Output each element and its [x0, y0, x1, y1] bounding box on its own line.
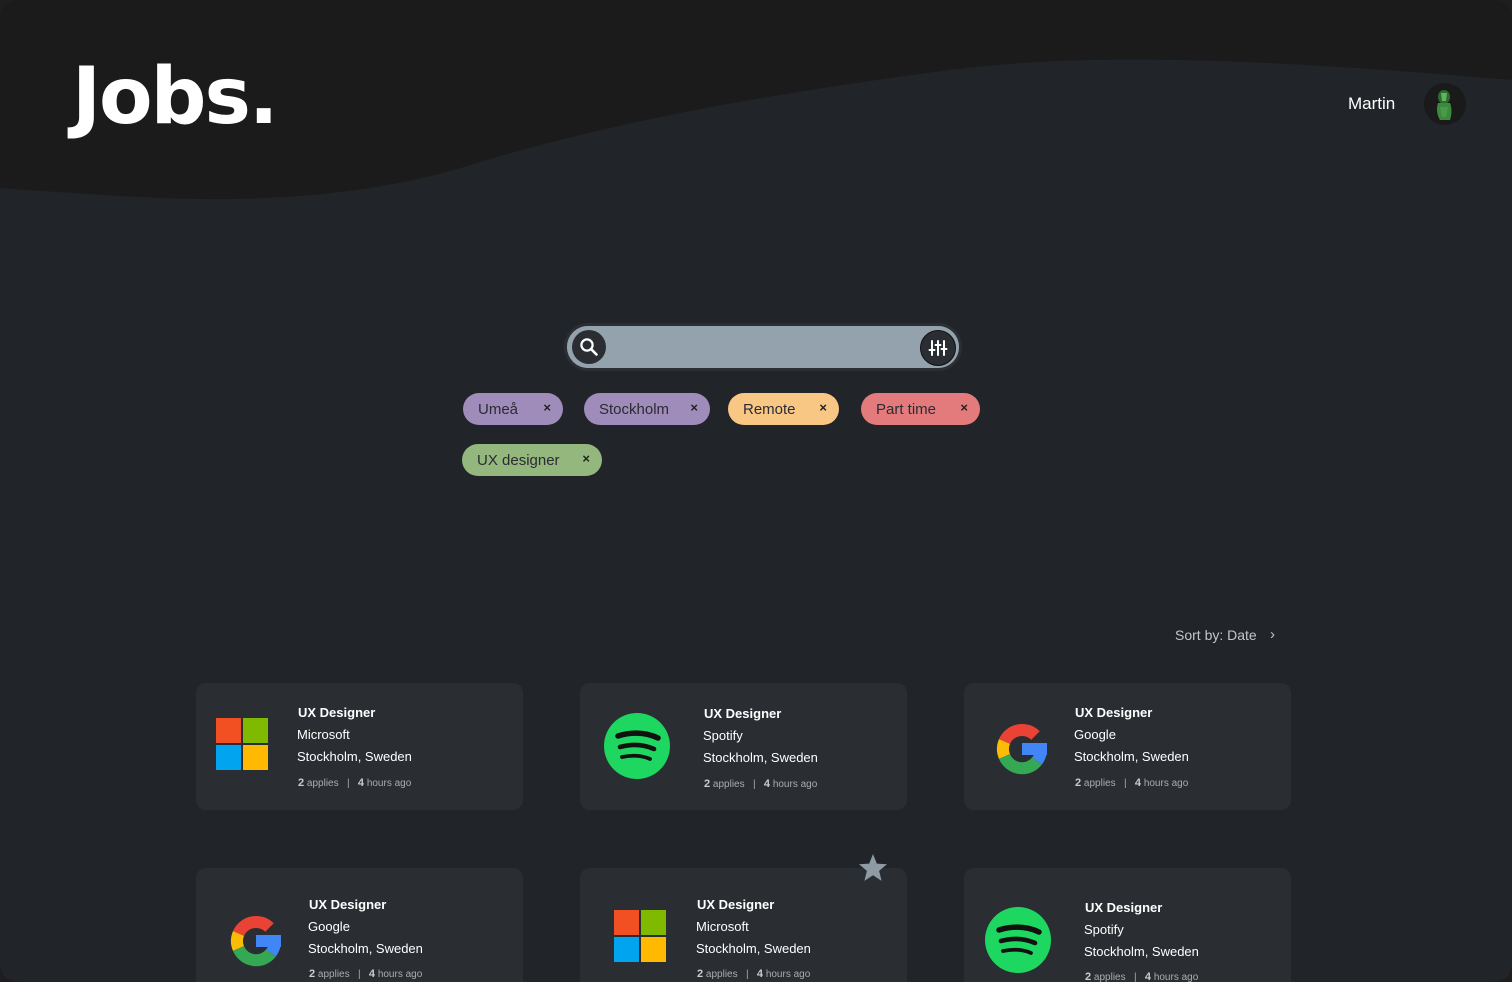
google-logo	[231, 915, 281, 967]
spotify-logo	[604, 713, 670, 779]
time-label: hours ago	[377, 969, 423, 980]
chip-label: Part time	[876, 400, 937, 418]
remove-icon[interactable]: ×	[543, 400, 551, 415]
time-label: hours ago	[772, 779, 818, 790]
search-input[interactable]	[617, 332, 921, 364]
sort-dropdown[interactable]: Sort by: Date	[1175, 627, 1257, 643]
applies-count: 2	[704, 778, 711, 790]
time-label: hours ago	[765, 969, 811, 980]
time-value: 4	[1144, 971, 1152, 982]
filter-sliders-icon	[928, 340, 948, 356]
avatar-image	[1424, 83, 1466, 125]
applies-count: 2	[1075, 777, 1082, 789]
job-title: UX Designer	[704, 706, 782, 721]
spotify-logo	[985, 907, 1051, 973]
job-location: Stockholm, Sweden	[297, 749, 412, 764]
chip-label: Remote	[743, 400, 796, 418]
microsoft-logo	[614, 910, 666, 962]
applies-label: applies	[1093, 972, 1126, 982]
meta-separator: |	[346, 778, 350, 789]
meta-separator: |	[357, 969, 361, 980]
job-location: Stockholm, Sweden	[1074, 749, 1189, 764]
job-title: UX Designer	[309, 897, 387, 912]
star-icon[interactable]	[857, 852, 889, 884]
google-logo	[997, 723, 1047, 775]
user-name[interactable]: Martin	[1348, 94, 1395, 114]
time-value: 4	[756, 968, 764, 980]
remove-icon[interactable]: ×	[690, 400, 698, 415]
job-location: Stockholm, Sweden	[696, 941, 811, 956]
chip-label: Umeå	[478, 400, 519, 418]
applies-label: applies	[306, 778, 339, 789]
chip-label: UX designer	[477, 451, 560, 469]
time-label: hours ago	[1153, 972, 1199, 982]
time-label: hours ago	[366, 778, 412, 789]
job-meta: 2 applies | 4 hours ago	[1075, 777, 1188, 789]
job-meta: 2 applies | 4 hours ago	[1085, 971, 1198, 982]
job-company: Microsoft	[696, 919, 749, 934]
time-value: 4	[1134, 777, 1142, 789]
job-company: Google	[308, 919, 350, 934]
job-card[interactable]: UX Designer Google Stockholm, Sweden 2 a…	[196, 868, 523, 982]
remove-icon[interactable]: ×	[960, 400, 968, 415]
job-company: Spotify	[1084, 922, 1124, 937]
search-button[interactable]	[572, 330, 606, 364]
job-title: UX Designer	[1075, 705, 1153, 720]
job-card[interactable]: UX Designer Spotify Stockholm, Sweden 2 …	[964, 868, 1291, 982]
applies-count: 2	[697, 968, 704, 980]
job-title: UX Designer	[697, 897, 775, 912]
job-meta: 2 applies | 4 hours ago	[697, 968, 810, 980]
applies-label: applies	[705, 969, 738, 980]
chevron-right-icon[interactable]: ›	[1270, 626, 1275, 643]
time-value: 4	[357, 777, 365, 789]
job-location: Stockholm, Sweden	[1084, 944, 1199, 959]
job-title: UX Designer	[298, 705, 376, 720]
applies-count: 2	[309, 968, 316, 980]
job-meta: 2 applies | 4 hours ago	[298, 777, 411, 789]
job-company: Spotify	[703, 728, 743, 743]
meta-separator: |	[745, 969, 749, 980]
applies-count: 2	[1085, 971, 1092, 982]
meta-separator: |	[752, 779, 756, 790]
filter-button[interactable]	[920, 330, 956, 366]
job-meta: 2 applies | 4 hours ago	[704, 778, 817, 790]
chip-label: Stockholm	[599, 400, 670, 418]
applies-label: applies	[317, 969, 350, 980]
applies-label: applies	[712, 779, 745, 790]
job-location: Stockholm, Sweden	[308, 941, 423, 956]
job-location: Stockholm, Sweden	[703, 750, 818, 765]
job-card[interactable]: UX Designer Microsoft Stockholm, Sweden …	[196, 683, 523, 810]
time-value: 4	[763, 778, 771, 790]
filter-chip-part-time[interactable]: Part time ×	[861, 393, 980, 425]
job-title: UX Designer	[1085, 900, 1163, 915]
job-company: Microsoft	[297, 727, 350, 742]
app-frame: Jobs. Martin Umeå × Stockholm × Remote ×…	[0, 0, 1512, 982]
job-card[interactable]: UX Designer Spotify Stockholm, Sweden 2 …	[580, 683, 907, 810]
avatar[interactable]	[1424, 83, 1466, 125]
job-meta: 2 applies | 4 hours ago	[309, 968, 422, 980]
microsoft-logo	[216, 718, 268, 770]
applies-count: 2	[298, 777, 305, 789]
remove-icon[interactable]: ×	[819, 400, 827, 415]
app-logo[interactable]: Jobs.	[72, 52, 278, 142]
time-label: hours ago	[1143, 778, 1189, 789]
job-company: Google	[1074, 727, 1116, 742]
job-card[interactable]: UX Designer Google Stockholm, Sweden 2 a…	[964, 683, 1291, 810]
filter-chip-umea[interactable]: Umeå ×	[463, 393, 563, 425]
filter-chip-ux-designer[interactable]: UX designer ×	[462, 444, 602, 476]
job-card[interactable]: UX Designer Microsoft Stockholm, Sweden …	[580, 868, 907, 982]
meta-separator: |	[1123, 778, 1127, 789]
meta-separator: |	[1133, 972, 1137, 982]
applies-label: applies	[1083, 778, 1116, 789]
search-bar	[564, 323, 962, 371]
filter-chip-stockholm[interactable]: Stockholm ×	[584, 393, 710, 425]
remove-icon[interactable]: ×	[582, 451, 590, 466]
search-icon	[580, 338, 598, 356]
time-value: 4	[368, 968, 376, 980]
filter-chip-remote[interactable]: Remote ×	[728, 393, 839, 425]
